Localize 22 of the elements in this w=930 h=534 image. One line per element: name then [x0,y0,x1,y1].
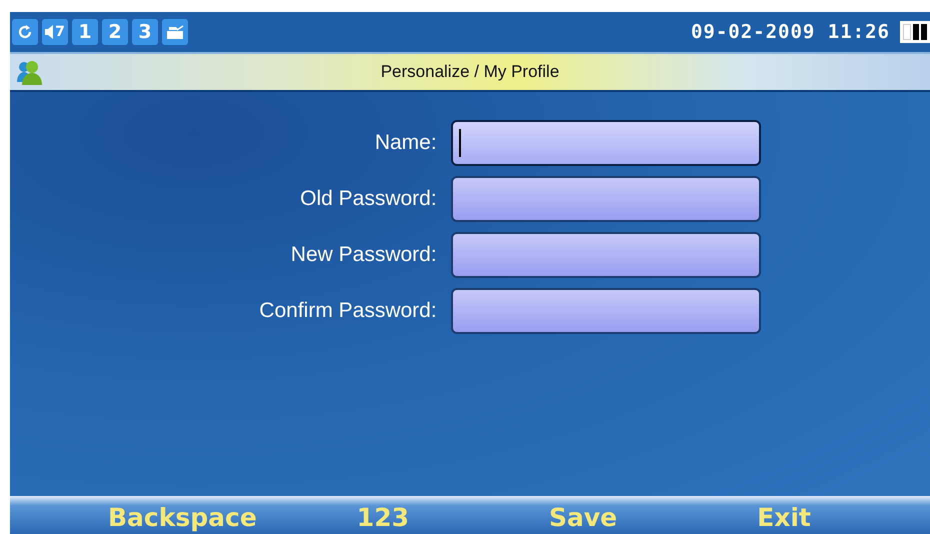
softkey-button[interactable]: Save [528,496,638,534]
input-field[interactable] [450,288,761,334]
refresh-icon [12,19,38,45]
field-label: Confirm Password: [259,299,437,323]
battery-icon [900,21,930,43]
input-field[interactable] [450,232,761,278]
date-time: 09-02-2009 11:26 [690,21,890,43]
softkey-button[interactable]: Exit [737,496,831,534]
line-indicator: 2 [102,19,128,45]
screen-title: Personalize / My Profile [380,62,560,82]
field-label: New Password: [290,243,437,267]
line-indicator: 3 [132,19,158,45]
line-indicator: 1 [72,19,98,45]
field-label: Name: [374,131,437,155]
input-field[interactable] [450,176,761,222]
softkey-button[interactable]: 123 [336,496,429,534]
softkey-button[interactable]: Backspace [88,496,277,534]
folder-icon [162,19,188,45]
users-icon [16,58,42,86]
input-field[interactable] [450,120,761,166]
speaker-icon: 7 [42,19,68,45]
field-label: Old Password: [299,187,437,211]
